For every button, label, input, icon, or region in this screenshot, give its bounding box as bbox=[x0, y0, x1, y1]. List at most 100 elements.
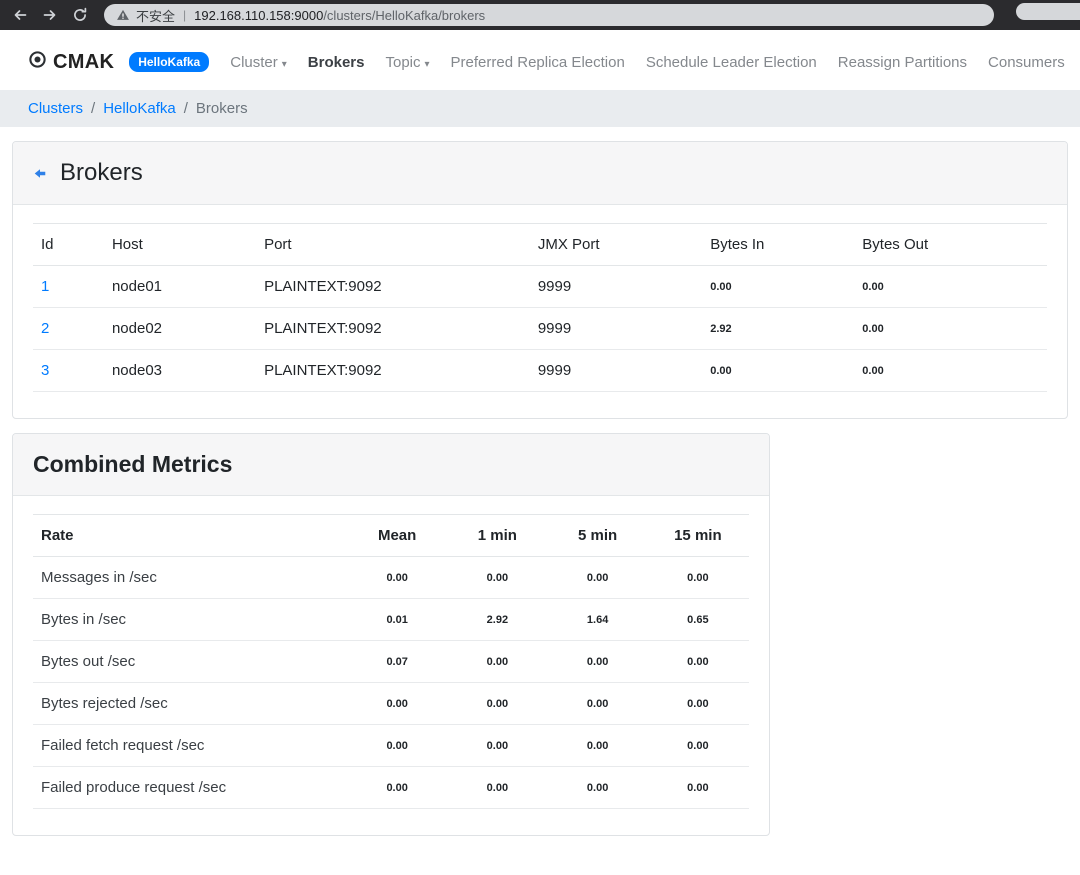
metric-rate-label: Failed fetch request /sec bbox=[33, 724, 349, 767]
col-host: Host bbox=[103, 223, 257, 266]
nav-item-schedule-leader-election[interactable]: Schedule Leader Election bbox=[646, 54, 817, 71]
metric-rate-label: Bytes rejected /sec bbox=[33, 682, 349, 725]
metric-value: 0.00 bbox=[548, 640, 649, 683]
combined-metrics-header: Combined Metrics bbox=[13, 434, 769, 496]
broker-port: PLAINTEXT:9092 bbox=[256, 349, 530, 392]
breadcrumb-current: Brokers bbox=[195, 100, 248, 117]
metric-value: 0.00 bbox=[648, 556, 749, 599]
broker-bytes-in: 2.92 bbox=[702, 307, 855, 350]
col-port: Port bbox=[256, 223, 530, 266]
metric-value: 1.64 bbox=[548, 598, 649, 641]
metric-value: 0.65 bbox=[648, 598, 749, 641]
browser-toolbar: 不安全 | 192.168.110.158:9000/clusters/Hell… bbox=[0, 0, 1080, 30]
metric-value: 0.00 bbox=[548, 724, 649, 767]
combined-metrics-title: Combined Metrics bbox=[33, 451, 233, 477]
security-label: 不安全 bbox=[136, 8, 176, 24]
forward-icon[interactable] bbox=[38, 3, 62, 27]
col-jmx-port: JMX Port bbox=[529, 223, 703, 266]
combined-metrics-panel: Combined Metrics Rate Mean 1 min 5 min 1… bbox=[12, 433, 770, 836]
broker-bytes-in: 0.00 bbox=[702, 349, 855, 392]
metric-value: 0.00 bbox=[448, 724, 549, 767]
metric-value: 0.01 bbox=[348, 598, 449, 641]
brokers-panel-body: Id Host Port JMX Port Bytes In Bytes Out… bbox=[13, 205, 1067, 418]
nav-item-reassign-partitions[interactable]: Reassign Partitions bbox=[838, 54, 967, 71]
metric-row: Messages in /sec 0.00 0.00 0.00 0.00 bbox=[33, 556, 749, 599]
refresh-icon[interactable] bbox=[68, 3, 92, 27]
cmak-logo-icon bbox=[28, 50, 47, 74]
back-arrow-icon[interactable] bbox=[33, 167, 47, 180]
broker-row: 2 node02 PLAINTEXT:9092 9999 2.92 0.00 bbox=[33, 307, 1047, 350]
metric-rate-label: Failed produce request /sec bbox=[33, 766, 349, 809]
nav-item-consumers[interactable]: Consumers bbox=[988, 54, 1065, 71]
metric-value: 0.00 bbox=[348, 766, 449, 809]
broker-id-link[interactable]: 3 bbox=[41, 362, 49, 379]
main-navbar: CMAK HelloKafka Cluster ▾ Brokers Topic ▾ … bbox=[0, 30, 1080, 90]
nav-item-topic[interactable]: Topic ▾ bbox=[385, 54, 429, 71]
nav-item-brokers[interactable]: Brokers bbox=[308, 54, 365, 71]
col-15min: 15 min bbox=[648, 514, 749, 557]
metric-value: 2.92 bbox=[448, 598, 549, 641]
metric-value: 0.00 bbox=[648, 640, 749, 683]
broker-row: 1 node01 PLAINTEXT:9092 9999 0.00 0.00 bbox=[33, 265, 1047, 308]
metric-value: 0.00 bbox=[648, 766, 749, 809]
metric-value: 0.00 bbox=[348, 556, 449, 599]
broker-id-link[interactable]: 2 bbox=[41, 320, 49, 337]
metric-value: 0.07 bbox=[348, 640, 449, 683]
broker-host: node02 bbox=[103, 307, 257, 350]
brokers-title: Brokers bbox=[60, 159, 143, 186]
metric-row: Bytes out /sec 0.07 0.00 0.00 0.00 bbox=[33, 640, 749, 683]
breadcrumb: Clusters / HelloKafka / Brokers bbox=[0, 90, 1080, 127]
address-bar[interactable]: 不安全 | 192.168.110.158:9000/clusters/Hell… bbox=[104, 4, 994, 26]
metric-row: Failed produce request /sec 0.00 0.00 0.00 0… bbox=[33, 766, 749, 809]
broker-host: node03 bbox=[103, 349, 257, 392]
chevron-down-icon: ▾ bbox=[281, 58, 287, 70]
metric-row: Bytes in /sec 0.01 2.92 1.64 0.65 bbox=[33, 598, 749, 641]
broker-jmx-port: 9999 bbox=[529, 307, 703, 350]
broker-jmx-port: 9999 bbox=[529, 265, 703, 308]
metric-rate-label: Messages in /sec bbox=[33, 556, 349, 599]
broker-bytes-out: 0.00 bbox=[854, 349, 1047, 392]
combined-metrics-table: Rate Mean 1 min 5 min 15 min Messages in… bbox=[33, 514, 749, 809]
brokers-panel: Brokers Id Host Port JMX Port Bytes In B… bbox=[12, 141, 1068, 419]
nav-item-preferred-replica-election[interactable]: Preferred Replica Election bbox=[451, 54, 625, 71]
metric-value: 0.00 bbox=[548, 556, 649, 599]
browser-corner-element bbox=[1016, 3, 1080, 20]
brand-text: CMAK bbox=[53, 50, 115, 73]
url-path: /clusters/HelloKafka/brokers bbox=[323, 7, 486, 23]
col-1min: 1 min bbox=[448, 514, 549, 557]
metric-value: 0.00 bbox=[448, 682, 549, 725]
broker-bytes-out: 0.00 bbox=[854, 307, 1047, 350]
url-domain: 192.168.110.158:9000 bbox=[194, 7, 324, 23]
breadcrumb-clusters[interactable]: Clusters bbox=[28, 100, 83, 117]
broker-port: PLAINTEXT:9092 bbox=[256, 265, 530, 308]
broker-bytes-in: 0.00 bbox=[702, 265, 855, 308]
breadcrumb-separator: / bbox=[91, 100, 96, 117]
brokers-table: Id Host Port JMX Port Bytes In Bytes Out… bbox=[33, 223, 1047, 392]
metric-rate-label: Bytes out /sec bbox=[33, 640, 349, 683]
metric-value: 0.00 bbox=[448, 556, 549, 599]
security-warning-icon bbox=[117, 9, 129, 20]
col-bytes-out: Bytes Out bbox=[854, 223, 1047, 266]
metric-row: Bytes rejected /sec 0.00 0.00 0.00 0.00 bbox=[33, 682, 749, 725]
col-bytes-in: Bytes In bbox=[702, 223, 855, 266]
back-icon[interactable] bbox=[8, 3, 32, 27]
brokers-header-row: Id Host Port JMX Port Bytes In Bytes Out bbox=[33, 223, 1047, 266]
nav-item-cluster[interactable]: Cluster ▾ bbox=[230, 54, 287, 71]
cluster-badge[interactable]: HelloKafka bbox=[129, 52, 210, 72]
breadcrumb-separator: / bbox=[183, 100, 188, 117]
brand-link[interactable]: CMAK bbox=[28, 50, 114, 74]
broker-port: PLAINTEXT:9092 bbox=[256, 307, 530, 350]
metric-value: 0.00 bbox=[448, 766, 549, 809]
broker-host: node01 bbox=[103, 265, 257, 308]
metric-rate-label: Bytes in /sec bbox=[33, 598, 349, 641]
broker-id-link[interactable]: 1 bbox=[41, 278, 49, 295]
broker-row: 3 node03 PLAINTEXT:9092 9999 0.00 0.00 bbox=[33, 349, 1047, 392]
col-5min: 5 min bbox=[548, 514, 649, 557]
metric-value: 0.00 bbox=[548, 766, 649, 809]
url-separator: | bbox=[183, 8, 187, 22]
col-mean: Mean bbox=[348, 514, 449, 557]
metric-value: 0.00 bbox=[648, 724, 749, 767]
breadcrumb-cluster-name[interactable]: HelloKafka bbox=[103, 100, 176, 117]
metric-value: 0.00 bbox=[348, 724, 449, 767]
metrics-header-row: Rate Mean 1 min 5 min 15 min bbox=[33, 514, 749, 557]
